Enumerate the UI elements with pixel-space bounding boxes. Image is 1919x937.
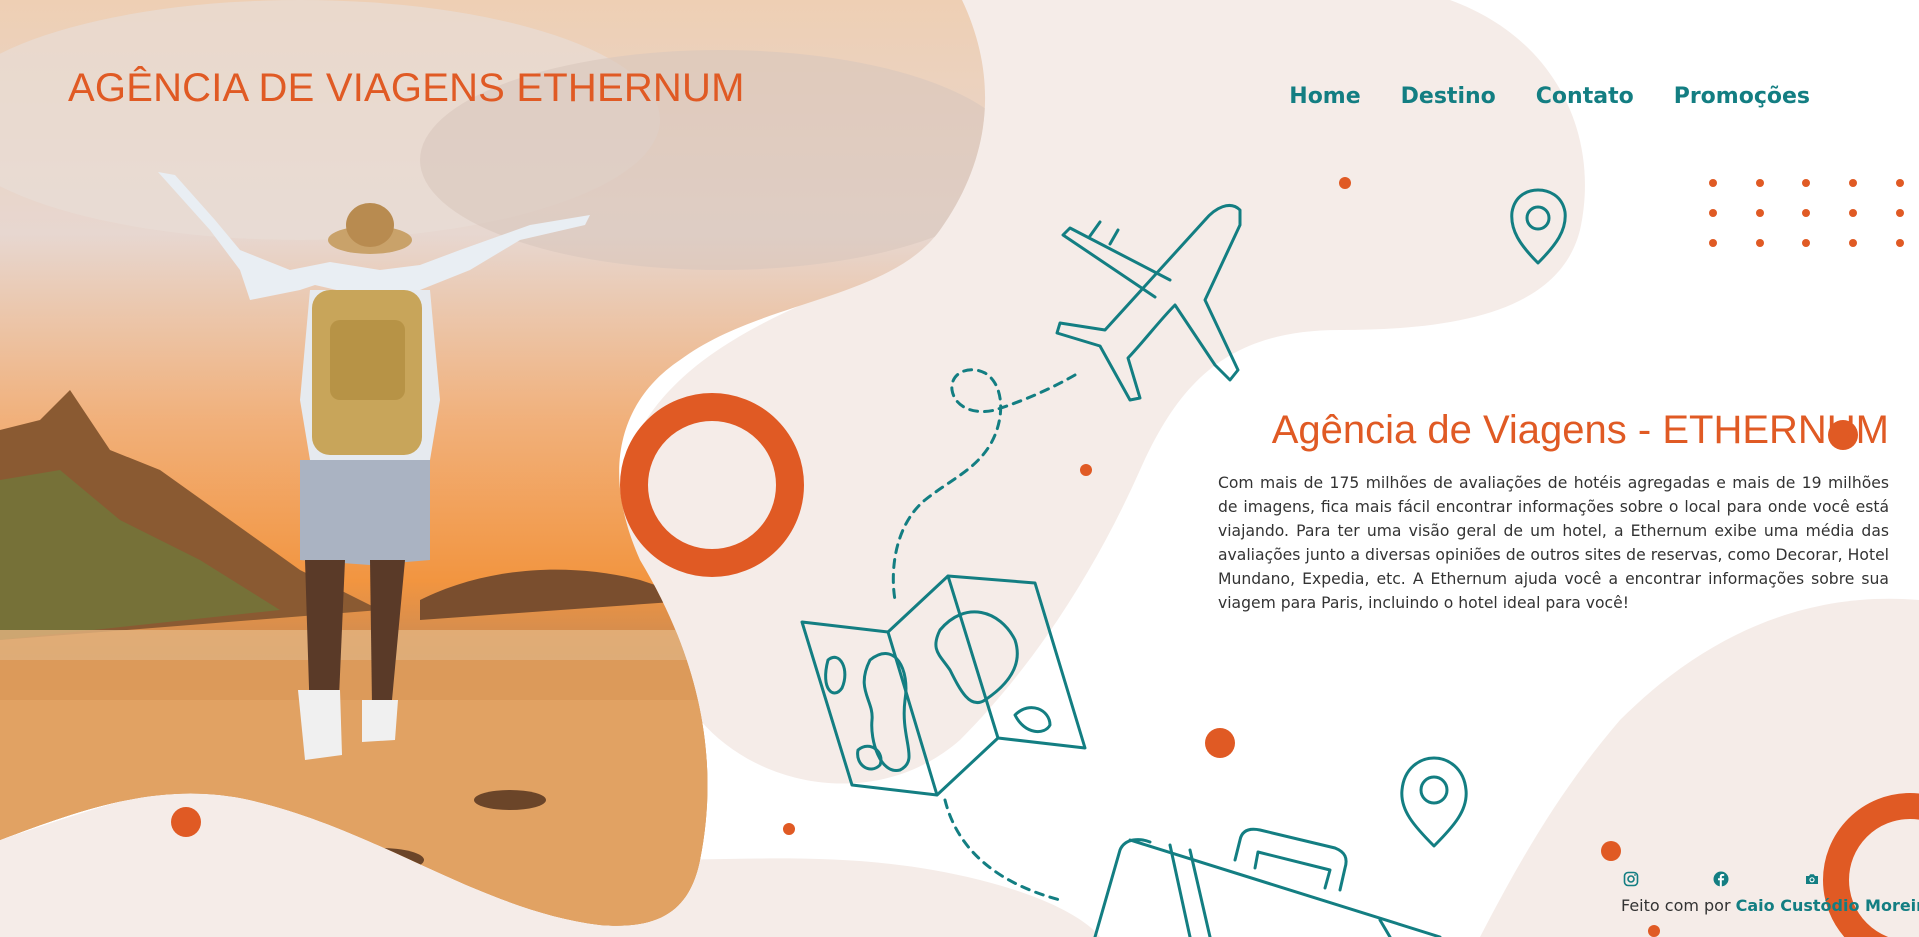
camera-icon[interactable] (1804, 871, 1822, 889)
site-logo[interactable]: AGÊNCIA DE VIAGENS ETHERNUM (68, 66, 745, 111)
credit-prefix: Feito com por (1621, 896, 1731, 915)
suitcase-icon (1093, 827, 1442, 937)
location-pin-icon-2 (1400, 756, 1468, 848)
dot-grid (1709, 179, 1904, 247)
main-content: Agência de Viagens - ETHERNUM Com mais d… (1218, 408, 1889, 615)
social-links (1621, 871, 1821, 889)
facebook-icon[interactable] (1713, 871, 1731, 889)
credit-author-link[interactable]: Caio Custódio Moreira (1736, 896, 1919, 915)
page-description: Com mais de 175 milhões de avaliações de… (1218, 474, 1889, 612)
nav-promocoes[interactable]: Promoções (1674, 84, 1810, 109)
main-nav: Home Destino Contato Promoções (1289, 84, 1810, 109)
page-title: Agência de Viagens - ETHERNUM (1271, 408, 1889, 452)
nav-destino[interactable]: Destino (1401, 84, 1496, 109)
nav-home[interactable]: Home (1289, 84, 1360, 109)
nav-contato[interactable]: Contato (1536, 84, 1634, 109)
footer-credit: Feito com por Caio Custódio Moreira (1621, 896, 1919, 915)
instagram-icon[interactable] (1623, 871, 1641, 889)
